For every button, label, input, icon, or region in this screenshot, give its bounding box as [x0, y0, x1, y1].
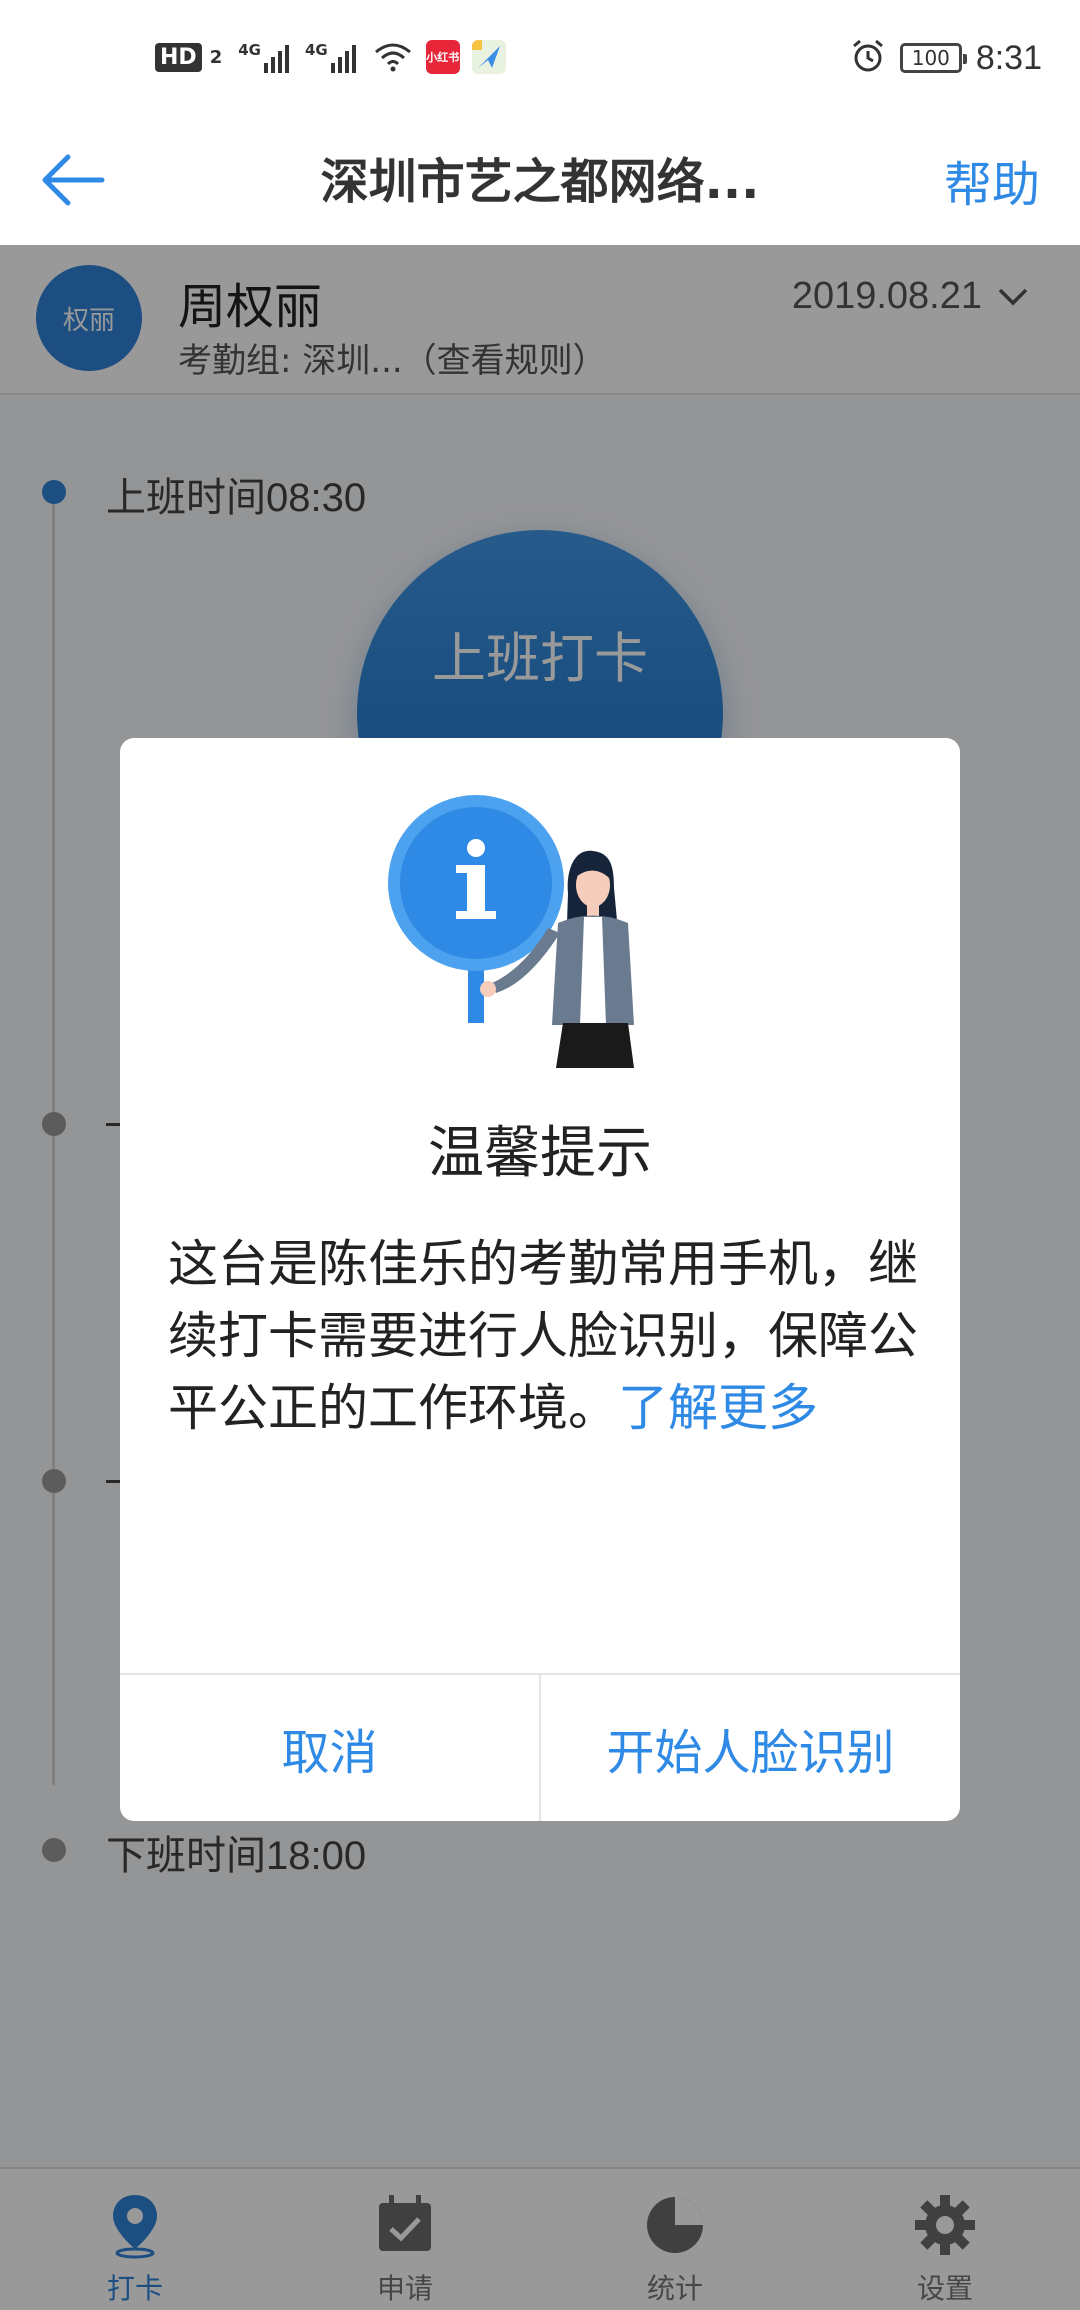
dialog-actions: 取消 开始人脸识别 [120, 1673, 960, 1821]
dialog-message: 这台是陈佳乐的考勤常用手机，继续打卡需要进行人脸识别，保障公平公正的工作环境。了… [168, 1228, 918, 1444]
alarm-clock-icon [850, 38, 886, 78]
sim-number: 2 [209, 46, 223, 68]
network-type-label: 4G [304, 41, 328, 59]
status-icons-left: HD 2 4G 4G 小红书 [155, 40, 506, 74]
hd-voice-icon: HD [155, 42, 202, 72]
signal-icon-sim1: 4G [238, 41, 289, 73]
status-bar: HD 2 4G 4G 小红书 100 8:31 [0, 0, 1080, 120]
start-face-recognition-button[interactable]: 开始人脸识别 [539, 1675, 960, 1821]
status-icons-right: 100 8:31 [850, 38, 1042, 78]
page-title: 深圳市艺之都网络... [320, 154, 760, 210]
dialog-title: 温馨提示 [428, 1121, 652, 1186]
battery-icon: 100 [899, 43, 967, 73]
help-button[interactable]: 帮助 [944, 145, 1040, 215]
network-type-label: 4G [238, 41, 261, 59]
xiaohongshu-app-icon: 小红书 [425, 40, 460, 74]
back-arrow-icon[interactable] [38, 145, 108, 215]
map-app-icon [471, 40, 506, 74]
nav-bar: 深圳市艺之都网络... 帮助 [0, 120, 1080, 245]
face-recognition-dialog: 温馨提示 这台是陈佳乐的考勤常用手机，继续打卡需要进行人脸识别，保障公平公正的工… [120, 738, 960, 1821]
clock-time: 8:31 [975, 38, 1042, 77]
info-illustration [388, 793, 698, 1073]
signal-icon-sim2: 4G [305, 41, 356, 73]
cancel-button[interactable]: 取消 [120, 1675, 539, 1821]
wifi-icon [374, 42, 412, 72]
learn-more-link[interactable]: 了解更多 [618, 1379, 818, 1437]
